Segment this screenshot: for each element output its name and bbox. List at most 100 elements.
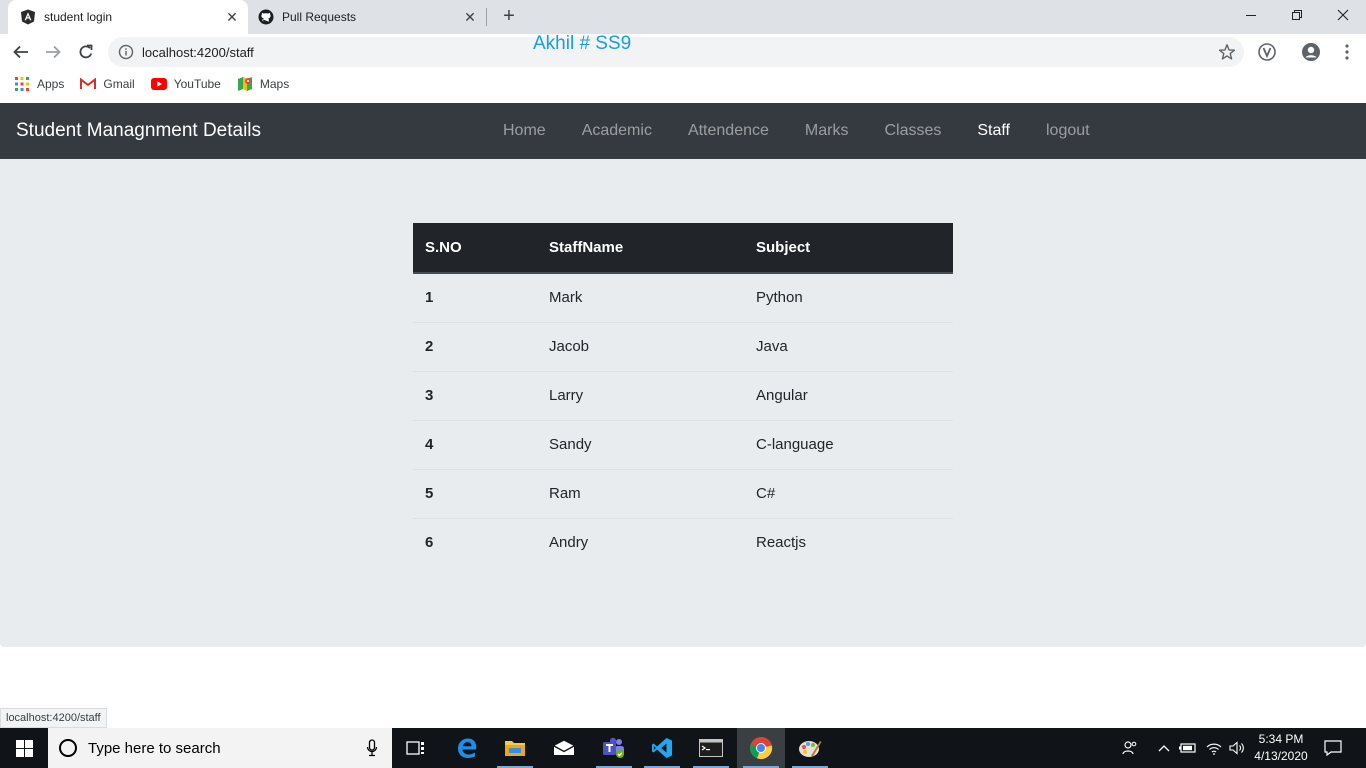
column-header-subject: Subject xyxy=(744,223,953,274)
windows-logo-icon xyxy=(15,739,33,757)
bookmark-star-icon[interactable] xyxy=(1218,43,1236,61)
tab-title: student login xyxy=(44,10,113,24)
table-row: 3 Larry Angular xyxy=(413,370,953,420)
back-button[interactable] xyxy=(8,39,34,65)
main-content: S.NO StaffName Subject 1 Mark Python 2 J… xyxy=(0,159,1366,647)
bookmark-gmail[interactable]: Gmail xyxy=(80,76,135,92)
tab-separator xyxy=(486,8,487,26)
restore-window-button[interactable] xyxy=(1274,0,1320,30)
status-bar-url: localhost:4200/staff xyxy=(0,708,107,728)
cell-sno: 2 xyxy=(413,321,537,371)
cell-sno: 4 xyxy=(413,419,537,469)
edge-icon xyxy=(458,738,477,758)
bookmark-label: Maps xyxy=(259,77,290,91)
tab-pull-requests[interactable]: Pull Requests ✕ xyxy=(250,0,486,34)
cell-sno: 6 xyxy=(413,517,537,567)
reload-icon xyxy=(79,44,93,59)
watermark-text: Akhil # SS9 xyxy=(533,33,632,54)
nav-link-classes[interactable]: Classes xyxy=(866,122,959,140)
cell-staffname: Ram xyxy=(537,468,744,518)
teams-icon xyxy=(603,737,624,758)
task-view-button[interactable] xyxy=(392,728,440,768)
reload-button[interactable] xyxy=(73,39,99,65)
people-icon[interactable] xyxy=(1120,728,1140,768)
bookmark-apps[interactable]: Apps xyxy=(14,76,64,92)
bookmark-youtube[interactable]: YouTube xyxy=(150,76,221,92)
close-tab-icon[interactable]: ✕ xyxy=(222,7,242,27)
address-bar[interactable]: localhost:4200/staff xyxy=(108,37,1244,67)
taskbar-app-edge[interactable] xyxy=(443,728,491,768)
cell-staffname: Sandy xyxy=(537,419,744,469)
taskbar-app-teams[interactable] xyxy=(590,728,638,768)
cell-staffname: Jacob xyxy=(537,321,744,371)
taskbar-app-paint[interactable] xyxy=(786,728,834,768)
show-hidden-icons-chevron-icon[interactable] xyxy=(1156,728,1172,768)
new-tab-button[interactable]: + xyxy=(498,5,520,27)
microphone-icon[interactable] xyxy=(366,739,378,757)
browser-toolbar: localhost:4200/staff xyxy=(0,34,1366,70)
forward-button[interactable] xyxy=(40,39,66,65)
cell-subject: C-language xyxy=(744,419,953,469)
nav-link-marks[interactable]: Marks xyxy=(787,122,867,140)
action-center-button[interactable] xyxy=(1318,728,1348,768)
nav-link-attendence[interactable]: Attendence xyxy=(670,122,787,140)
url-text[interactable]: localhost:4200/staff xyxy=(142,45,254,60)
cell-subject: C# xyxy=(744,468,953,518)
taskbar-app-chrome[interactable] xyxy=(737,728,785,768)
bookmark-label: Gmail xyxy=(103,77,135,91)
wifi-icon[interactable] xyxy=(1204,728,1224,768)
nav-link-academic[interactable]: Academic xyxy=(564,122,670,140)
nav-link-home[interactable]: Home xyxy=(485,122,564,140)
youtube-icon xyxy=(150,76,167,92)
close-tab-icon[interactable]: ✕ xyxy=(460,7,480,27)
taskbar-clock[interactable]: 5:34 PM 4/13/2020 xyxy=(1250,731,1312,765)
tab-title: Pull Requests xyxy=(282,10,357,24)
taskbar-app-terminal[interactable] xyxy=(687,728,735,768)
angular-icon xyxy=(20,9,36,25)
start-button[interactable] xyxy=(0,728,48,768)
app-navbar: Student Managnment Details Home Academic… xyxy=(0,103,1366,159)
taskbar-app-file-explorer[interactable] xyxy=(491,728,539,768)
battery-icon[interactable] xyxy=(1178,728,1198,768)
terminal-icon xyxy=(699,739,723,757)
taskbar-app-mail[interactable] xyxy=(540,728,588,768)
maps-icon xyxy=(237,76,253,92)
cell-sno: 5 xyxy=(413,468,537,518)
chrome-icon xyxy=(749,736,773,760)
table-row: 2 Jacob Java xyxy=(413,321,953,371)
column-header-staffname: StaffName xyxy=(537,223,744,274)
github-icon xyxy=(258,9,274,25)
cell-sno: 3 xyxy=(413,370,537,420)
profile-avatar-icon[interactable] xyxy=(1300,41,1322,63)
back-arrow-icon xyxy=(13,45,28,59)
nav-link-staff[interactable]: Staff xyxy=(959,122,1028,140)
table-row: 1 Mark Python xyxy=(413,273,953,322)
tab-student-login[interactable]: student login ✕ xyxy=(8,0,248,34)
cell-sno: 1 xyxy=(425,289,434,307)
mail-icon xyxy=(553,740,575,755)
nav-link-logout[interactable]: logout xyxy=(1028,122,1108,140)
app-brand[interactable]: Student Managnment Details xyxy=(16,120,261,142)
bookmarks-bar: Apps Gmail YouTube Maps xyxy=(0,70,1366,98)
close-window-button[interactable] xyxy=(1320,0,1366,30)
apps-grid-icon xyxy=(14,76,30,92)
cell-staffname: Larry xyxy=(537,370,744,420)
bookmark-label: YouTube xyxy=(173,77,221,91)
menu-kebab-icon[interactable] xyxy=(1336,41,1358,63)
browser-tab-strip: student login ✕ Pull Requests ✕ + xyxy=(0,0,1366,34)
info-icon[interactable] xyxy=(118,44,134,60)
volume-icon[interactable] xyxy=(1227,728,1247,768)
bookmark-maps[interactable]: Maps xyxy=(237,76,289,92)
nav-links: Home Academic Attendence Marks Classes S… xyxy=(485,103,1108,159)
windows-taskbar: Type here to search 5:34 PM 4/13/2020 xyxy=(0,728,1366,768)
minimize-window-button[interactable] xyxy=(1228,0,1274,30)
notification-icon xyxy=(1324,740,1342,756)
table-row: 6 Andry Reactjs xyxy=(413,517,953,567)
taskbar-search[interactable]: Type here to search xyxy=(48,728,392,768)
table-row: 5 Ram C# xyxy=(413,468,953,518)
bookmark-label: Apps xyxy=(37,77,65,91)
taskbar-app-vscode[interactable] xyxy=(638,728,686,768)
extension-icon[interactable] xyxy=(1256,41,1278,63)
cortana-icon xyxy=(59,739,77,757)
staff-table: S.NO StaffName Subject 1 Mark Python 2 J… xyxy=(413,223,953,567)
